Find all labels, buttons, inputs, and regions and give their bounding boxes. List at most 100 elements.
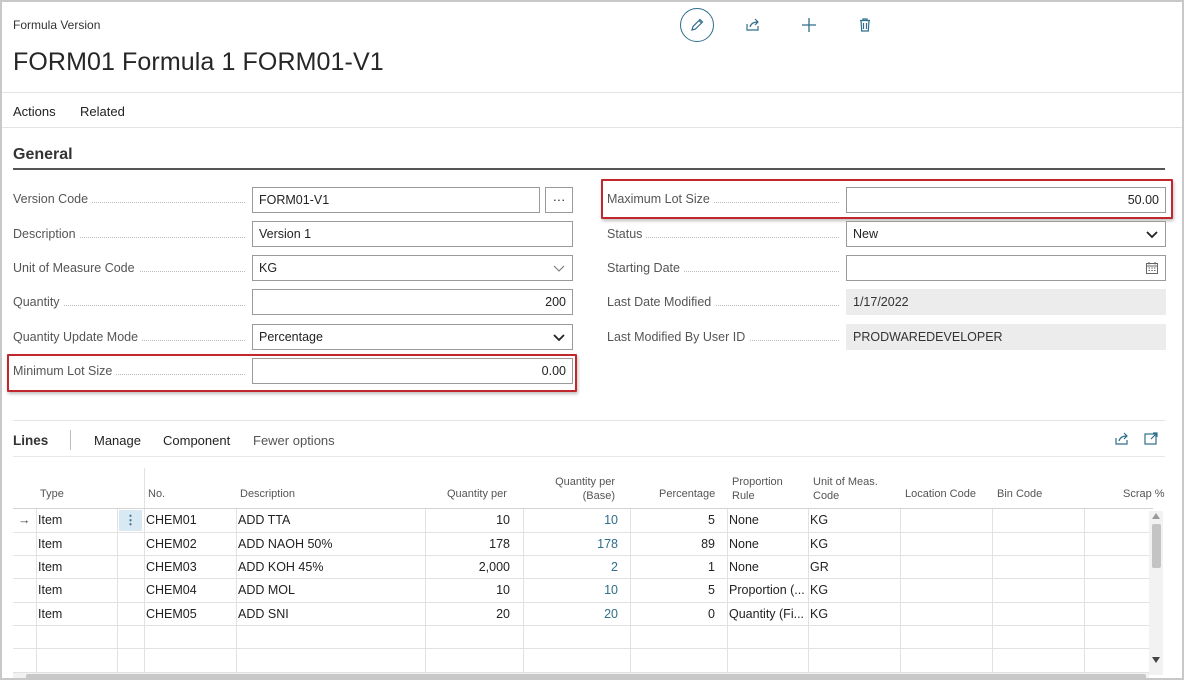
lines-divider: [13, 420, 1165, 421]
cell-no[interactable]: CHEM01: [146, 509, 234, 532]
cell-percentage[interactable]: 89: [632, 533, 715, 556]
lines-menu-component[interactable]: Component: [163, 433, 230, 448]
description-field[interactable]: Version 1: [252, 221, 573, 247]
cell-proportion-rule[interactable]: None: [729, 509, 806, 532]
cell-uom[interactable]: KG: [810, 603, 898, 626]
status-select[interactable]: New: [846, 221, 1166, 247]
cell-percentage[interactable]: 1: [632, 556, 715, 579]
cell-quantity-per[interactable]: 178: [427, 533, 510, 556]
column-header-quantity-per-base-line2[interactable]: (Base): [533, 490, 615, 503]
cell-no[interactable]: CHEM02: [146, 533, 234, 556]
menu-divider: [2, 127, 1182, 128]
quantity-update-mode-select[interactable]: Percentage: [252, 324, 573, 350]
section-general-title[interactable]: General: [13, 146, 73, 164]
cell-type[interactable]: Item: [38, 533, 116, 556]
last-modified-by-user-id-label: Last Modified By User ID: [607, 330, 843, 346]
cell-quantity-per-base[interactable]: 10: [525, 509, 618, 532]
version-code-field[interactable]: FORM01-V1: [252, 187, 540, 213]
cell-proportion-rule[interactable]: Proportion (...: [729, 579, 807, 602]
chevron-down-icon: [1146, 231, 1158, 239]
cell-no[interactable]: CHEM04: [146, 579, 234, 602]
column-header-location-code[interactable]: Location Code: [905, 488, 976, 501]
cell-description[interactable]: ADD NAOH 50%: [238, 533, 423, 556]
section-general-rule: [13, 168, 1165, 170]
description-label: Description: [13, 227, 249, 243]
quantity-field[interactable]: 200: [252, 289, 573, 315]
column-header-proportion-rule-line2[interactable]: Rule: [732, 490, 755, 503]
cell-type[interactable]: Item: [38, 603, 116, 626]
cell-description[interactable]: ADD MOL: [238, 579, 423, 602]
cell-quantity-per[interactable]: 10: [427, 509, 510, 532]
version-code-lookup-button[interactable]: ···: [545, 187, 573, 213]
quantity-label: Quantity: [13, 295, 249, 311]
row-menu-icon[interactable]: ⋮: [119, 509, 142, 532]
cell-type[interactable]: Item: [38, 579, 116, 602]
expand-icon[interactable]: [1143, 431, 1159, 447]
column-header-scrap-percent[interactable]: Scrap %: [1123, 488, 1165, 501]
cell-type[interactable]: Item: [38, 509, 116, 532]
cell-type[interactable]: Item: [38, 556, 116, 579]
cell-uom[interactable]: KG: [810, 533, 898, 556]
cell-uom[interactable]: KG: [810, 579, 898, 602]
cell-quantity-per[interactable]: 10: [427, 579, 510, 602]
formula-version-page: Formula Version FORM01 Formula 1 FORM01-…: [0, 0, 1184, 680]
cell-percentage[interactable]: 5: [632, 509, 715, 532]
column-header-proportion-rule-line1[interactable]: Proportion: [732, 476, 783, 489]
column-header-percentage[interactable]: Percentage: [659, 488, 715, 501]
column-header-quantity-per[interactable]: Quantity per: [447, 488, 507, 501]
cell-uom[interactable]: KG: [810, 509, 898, 532]
cell-proportion-rule[interactable]: Quantity (Fi...: [729, 603, 807, 626]
column-header-uom-line1[interactable]: Unit of Meas.: [813, 476, 878, 489]
cell-description[interactable]: ADD KOH 45%: [238, 556, 423, 579]
version-code-label: Version Code: [13, 192, 249, 208]
cell-proportion-rule[interactable]: None: [729, 533, 806, 556]
cell-uom[interactable]: GR: [810, 556, 898, 579]
calendar-icon[interactable]: [1145, 261, 1159, 275]
last-date-modified-label: Last Date Modified: [607, 295, 843, 311]
column-header-description[interactable]: Description: [240, 488, 295, 501]
lines-menu-fewer-options[interactable]: Fewer options: [253, 433, 335, 448]
cell-quantity-per-base[interactable]: 10: [525, 579, 618, 602]
column-header-bin-code[interactable]: Bin Code: [997, 488, 1042, 501]
column-header-quantity-per-base-line1[interactable]: Quantity per: [533, 476, 615, 489]
cell-description[interactable]: ADD SNI: [238, 603, 423, 626]
page-caption: Formula Version: [13, 18, 101, 32]
cell-quantity-per-base[interactable]: 2: [525, 556, 618, 579]
unit-of-measure-code-field[interactable]: KG: [252, 255, 573, 281]
edit-icon[interactable]: [680, 8, 714, 42]
scroll-down-icon[interactable]: [1152, 657, 1160, 663]
lines-grid: Type No. Description Quantity per Quanti…: [13, 468, 1165, 678]
menu-actions[interactable]: Actions: [13, 104, 56, 119]
cell-quantity-per-base[interactable]: 20: [525, 603, 618, 626]
current-row-arrow-icon: →: [18, 513, 31, 527]
starting-date-field[interactable]: [846, 255, 1166, 281]
vertical-scrollbar-thumb[interactable]: [1152, 524, 1161, 568]
add-icon[interactable]: [792, 8, 826, 42]
last-date-modified-value: 1/17/2022: [846, 289, 1166, 315]
cell-percentage[interactable]: 0: [632, 603, 715, 626]
column-header-uom-line2[interactable]: Code: [813, 490, 839, 503]
lines-title[interactable]: Lines: [13, 433, 48, 448]
cell-percentage[interactable]: 5: [632, 579, 715, 602]
last-modified-by-user-id-value: PRODWAREDEVELOPER: [846, 324, 1166, 350]
menu-related[interactable]: Related: [80, 104, 125, 119]
header-divider: [2, 92, 1182, 93]
column-header-no[interactable]: No.: [148, 488, 165, 501]
cell-quantity-per-base[interactable]: 178: [525, 533, 618, 556]
scroll-up-icon[interactable]: [1152, 513, 1160, 519]
lines-share-icon[interactable]: [1114, 431, 1130, 447]
cell-no[interactable]: CHEM05: [146, 603, 234, 626]
cell-no[interactable]: CHEM03: [146, 556, 234, 579]
share-icon[interactable]: [736, 8, 770, 42]
horizontal-scrollbar-thumb[interactable]: [26, 674, 1146, 678]
page-title: FORM01 Formula 1 FORM01-V1: [13, 48, 384, 76]
cell-quantity-per[interactable]: 20: [427, 603, 510, 626]
cell-description[interactable]: ADD TTA: [238, 509, 423, 532]
lines-title-separator: [70, 430, 71, 450]
column-header-type[interactable]: Type: [40, 488, 64, 501]
lines-menu-manage[interactable]: Manage: [94, 433, 141, 448]
delete-icon[interactable]: [848, 8, 882, 42]
cell-proportion-rule[interactable]: None: [729, 556, 806, 579]
unit-of-measure-code-label: Unit of Measure Code: [13, 261, 249, 277]
cell-quantity-per[interactable]: 2,000: [427, 556, 510, 579]
